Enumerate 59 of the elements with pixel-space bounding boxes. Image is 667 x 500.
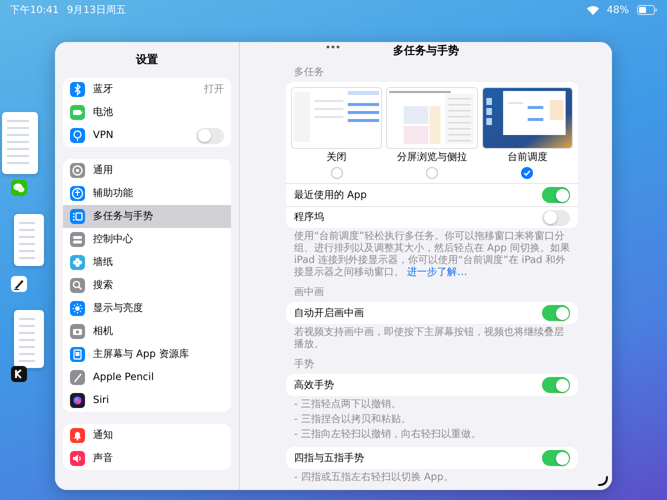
resize-handle[interactable] <box>598 476 608 486</box>
sidebar-title: 设置 <box>134 52 159 68</box>
section-header: 多任务 <box>294 66 325 80</box>
bluetooth-icon <box>70 82 85 97</box>
speaker-icon <box>70 451 85 466</box>
setting-label: 四指与五指手势 <box>294 452 364 466</box>
sidebar-item[interactable]: 多任务与手势 <box>63 205 231 228</box>
status-time: 下午10:41 <box>10 4 59 18</box>
battery-icon <box>637 5 657 15</box>
footnote: - 三指向左轻扫以撤销，向右轻扫以重做。 <box>294 429 482 441</box>
camera-icon <box>70 324 85 339</box>
home-screen-icon <box>70 347 85 362</box>
toggles-icon <box>70 232 85 247</box>
vpn-toggle[interactable] <box>196 128 224 144</box>
footnote: - 三指捏合以拷贝和粘贴。 <box>294 414 412 426</box>
setting-label: 自动开启画中画 <box>294 306 364 320</box>
option-label: 台前调度 <box>507 150 548 165</box>
option-label: 分屏浏览与侧拉 <box>396 150 467 165</box>
bell-icon <box>70 428 85 443</box>
radio-button[interactable] <box>521 167 534 179</box>
footnote: - 三指轻点两下以撤销。 <box>294 399 402 411</box>
toggle-switch[interactable] <box>542 210 570 226</box>
setting-label: 最近使用的 App <box>294 188 367 202</box>
app-window-thumbnail[interactable] <box>14 310 44 368</box>
option-label: 关闭 <box>326 150 347 165</box>
window-menu-icon[interactable] <box>326 45 340 49</box>
page-title: 多任务与手势 <box>393 43 459 60</box>
section-header: 手势 <box>294 358 315 372</box>
pen-icon[interactable] <box>11 276 27 292</box>
footnote: 使用“台前调度”轻松执行多任务。你可以拖移窗口来将窗口分组、进行排列以及调整其大小，然后轻点在 App 间切换。如果 iPad 连接到外接显示器，你可以使用“台前调度”在 iPad 和外接显示器之间移动窗口。 进一步了解… <box>294 231 570 279</box>
pencil-icon <box>70 370 85 385</box>
section-header: 画中画 <box>294 286 325 300</box>
flower-icon <box>70 255 85 270</box>
sun-icon <box>70 301 85 316</box>
wifi-icon <box>586 6 599 14</box>
accessibility-icon <box>70 186 85 201</box>
learn-more-link[interactable]: 进一步了解… <box>407 267 468 278</box>
toggle-switch[interactable] <box>542 377 570 393</box>
footnote: - 四指或五指左右轻扫以切换 App。 <box>294 472 455 484</box>
app-window-thumbnail[interactable] <box>14 214 44 266</box>
setting-value: 打开 <box>204 82 224 97</box>
radio-button[interactable] <box>426 167 438 179</box>
toggle-switch[interactable] <box>542 187 570 203</box>
footnote: 若视频支持画中画，即使按下主屏幕按钮，视频也将继续叠层播放。 <box>294 327 565 351</box>
battery-icon <box>70 105 85 120</box>
siri-icon <box>70 393 85 408</box>
mode-preview[interactable] <box>482 88 572 148</box>
setting-label: 程序坞 <box>294 210 324 225</box>
status-date: 9月13日周五 <box>66 4 126 18</box>
app-icon[interactable] <box>11 366 27 382</box>
setting-label: 高效手势 <box>294 378 334 392</box>
multitask-icon <box>70 209 85 224</box>
radio-button[interactable] <box>330 167 343 179</box>
search-icon <box>70 278 85 293</box>
toggle-switch[interactable] <box>542 305 570 321</box>
toggle-switch[interactable] <box>542 450 570 466</box>
chat-icon[interactable] <box>11 180 27 196</box>
app-window-thumbnail[interactable] <box>2 112 38 174</box>
battery-percentage: 48% <box>606 4 629 18</box>
